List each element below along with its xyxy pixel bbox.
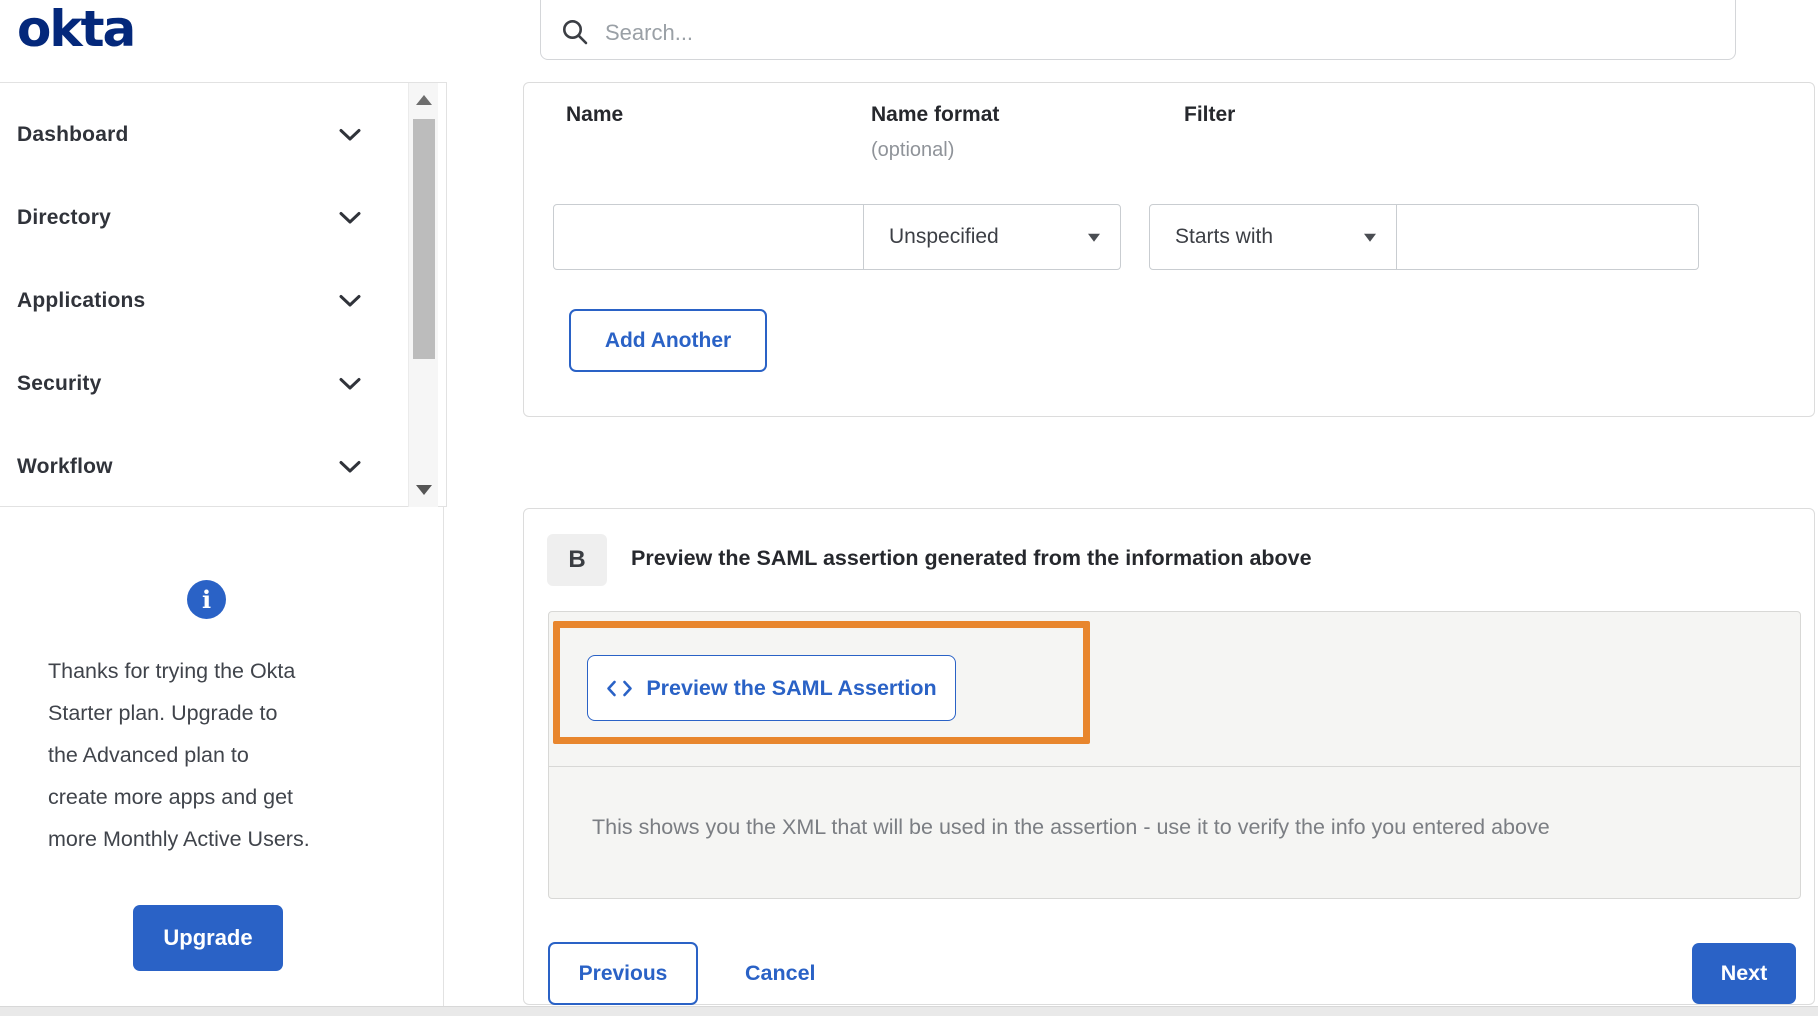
- scroll-up-arrow-icon[interactable]: [415, 95, 432, 105]
- filter-type-select[interactable]: Starts with: [1149, 204, 1397, 270]
- sidebar-item-workflow[interactable]: Workflow: [0, 425, 446, 508]
- preview-section-title: Preview the SAML assertion generated fro…: [631, 546, 1312, 570]
- sidebar-item-dashboard[interactable]: Dashboard: [0, 93, 446, 176]
- preview-note: This shows you the XML that will be used…: [592, 815, 1550, 839]
- attribute-name-input[interactable]: [553, 204, 864, 270]
- sidebar-scrollbar[interactable]: [408, 83, 438, 507]
- search-icon: [563, 20, 588, 45]
- scroll-down-arrow-icon[interactable]: [415, 485, 432, 495]
- preview-button-label: Preview the SAML Assertion: [646, 675, 937, 700]
- sidebar-item-label: Dashboard: [17, 122, 129, 146]
- caret-down-icon: [1088, 233, 1100, 242]
- sidebar-item-label: Directory: [17, 205, 112, 229]
- global-search[interactable]: [540, 0, 1736, 60]
- sidebar-item-security[interactable]: Security: [0, 342, 446, 425]
- add-another-button[interactable]: Add Another: [569, 309, 767, 372]
- chevron-down-icon: [339, 377, 361, 389]
- name-format-column-header: Name format: [871, 103, 1000, 126]
- upsell-text: Thanks for trying the Okta Starter plan.…: [48, 659, 310, 851]
- code-icon: [607, 680, 633, 696]
- filter-column-header: Filter: [1184, 103, 1236, 126]
- section-b-badge: B: [547, 534, 607, 586]
- sidebar-item-label: Applications: [17, 288, 146, 312]
- caret-down-icon: [1364, 233, 1376, 242]
- filter-type-select-value: Starts with: [1175, 225, 1274, 248]
- scrollbar-thumb[interactable]: [413, 119, 435, 359]
- previous-button[interactable]: Previous: [548, 942, 698, 1005]
- filter-value-input[interactable]: [1396, 204, 1699, 270]
- okta-logo[interactable]: okta: [17, 0, 136, 58]
- name-format-optional-hint: (optional): [871, 139, 955, 161]
- bottom-edge-strip: [0, 1006, 1818, 1016]
- chevron-down-icon: [339, 211, 361, 223]
- sidebar-divider: [443, 507, 444, 1006]
- okta-admin-page: okta Dashboard Directory Applications Se…: [0, 0, 1818, 1016]
- sidebar-item-directory[interactable]: Directory: [0, 176, 446, 259]
- sidebar-item-applications[interactable]: Applications: [0, 259, 446, 342]
- sidebar-nav: Dashboard Directory Applications Securit…: [0, 82, 447, 507]
- chevron-down-icon: [339, 128, 361, 140]
- name-format-select-value: Unspecified: [889, 225, 999, 248]
- info-glyph: i: [201, 585, 212, 614]
- name-format-select[interactable]: Unspecified: [863, 204, 1121, 270]
- preview-saml-assertion-button[interactable]: Preview the SAML Assertion: [587, 655, 956, 721]
- chevron-down-icon: [339, 460, 361, 472]
- info-icon: i: [187, 580, 226, 619]
- next-button[interactable]: Next: [1692, 943, 1796, 1004]
- sidebar-item-label: Workflow: [17, 454, 113, 478]
- sidebar-item-label: Security: [17, 371, 102, 395]
- cancel-link[interactable]: Cancel: [745, 942, 816, 1005]
- preview-panel-top: Preview the SAML Assertion: [549, 612, 1800, 767]
- search-input[interactable]: [605, 20, 1715, 46]
- preview-saml-card: B Preview the SAML assertion generated f…: [523, 508, 1815, 1005]
- chevron-down-icon: [339, 294, 361, 306]
- name-column-header: Name: [566, 103, 624, 126]
- attribute-statements-card: Name Name format (optional) Filter Unspe…: [523, 82, 1815, 417]
- preview-panel: Preview the SAML Assertion This shows yo…: [548, 611, 1801, 899]
- upgrade-button[interactable]: Upgrade: [133, 905, 283, 971]
